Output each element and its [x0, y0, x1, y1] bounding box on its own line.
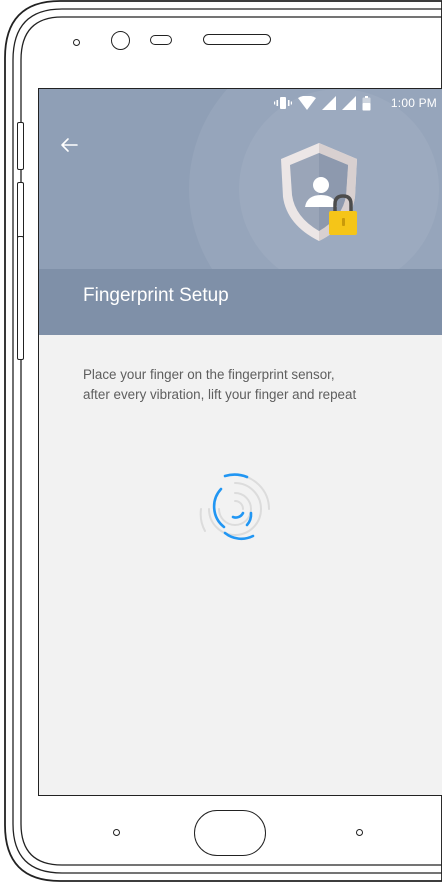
- arrow-back-icon: [61, 138, 78, 152]
- speaker-grille: [203, 34, 271, 45]
- back-button[interactable]: [57, 133, 81, 157]
- status-bar: 1:00 PM: [39, 89, 442, 117]
- screen: 1:00 PM Fingerprint Setup Place your fin…: [38, 88, 442, 796]
- app-header: 1:00 PM Fingerprint Setup: [39, 89, 442, 335]
- side-button-lower[interactable]: [17, 236, 24, 360]
- fingerprint-icon: [199, 473, 270, 541]
- proximity-sensor: [73, 39, 80, 46]
- front-camera: [111, 31, 130, 50]
- shield-lock-icon: [281, 143, 357, 241]
- page-title: Fingerprint Setup: [83, 285, 229, 306]
- status-time: 1:00 PM: [390, 96, 437, 110]
- nav-back-dot[interactable]: [113, 829, 120, 836]
- home-button[interactable]: [194, 810, 266, 856]
- instruction-line: Place your finger on the fingerprint sen…: [83, 367, 335, 382]
- status-icons: [274, 95, 371, 111]
- wifi-icon: [298, 96, 316, 110]
- nav-recent-dot[interactable]: [356, 829, 363, 836]
- vibrate-icon: [274, 97, 292, 109]
- side-button-upper[interactable]: [17, 122, 24, 170]
- battery-icon: [362, 95, 371, 110]
- speaker-small: [150, 35, 172, 45]
- instruction-text: Place your finger on the fingerprint sen…: [83, 365, 423, 405]
- signal-icon: [322, 96, 336, 110]
- signal-icon: [342, 96, 356, 110]
- instruction-line: after every vibration, lift your finger …: [83, 387, 357, 402]
